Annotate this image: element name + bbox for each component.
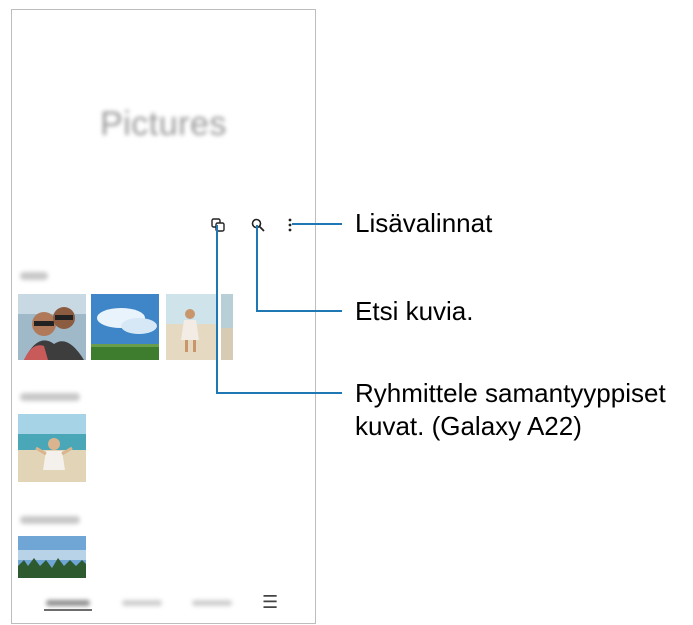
thumbnail-sky[interactable] xyxy=(91,294,159,360)
thumbnail-partial[interactable] xyxy=(221,294,233,360)
tab-albums[interactable] xyxy=(122,600,162,606)
section-label xyxy=(20,393,80,401)
group-similar-icon[interactable] xyxy=(208,215,228,235)
callout-line-more-options xyxy=(292,223,342,225)
section-label xyxy=(20,272,48,280)
app-title: Pictures xyxy=(100,105,227,143)
tab-stories[interactable] xyxy=(192,600,232,606)
active-tab-indicator xyxy=(44,609,92,611)
phone-screen: Pictures ☰ xyxy=(11,9,316,624)
callout-search: Etsi kuvia. xyxy=(355,296,474,326)
callout-line-search-horizontal xyxy=(256,310,342,312)
callout-group-line2: kuvat. (Galaxy A22) xyxy=(355,411,582,441)
thumbnail-couple[interactable] xyxy=(18,294,86,360)
menu-icon[interactable]: ☰ xyxy=(262,592,278,613)
more-options-icon[interactable] xyxy=(280,215,300,235)
callout-more-options: Lisävalinnat xyxy=(355,208,493,238)
callout-group-line1: Ryhmittele samantyyppiset xyxy=(355,378,666,408)
callout-line-group-vertical xyxy=(216,225,218,393)
callout-line-search-vertical xyxy=(256,225,258,311)
thumbnail-child-beach[interactable] xyxy=(18,414,86,482)
search-icon[interactable] xyxy=(248,215,268,235)
callout-line-group-horizontal xyxy=(216,392,342,394)
thumbnail-forest[interactable] xyxy=(18,536,86,578)
tab-pictures[interactable] xyxy=(46,600,90,606)
section-label xyxy=(20,516,80,524)
thumbnail-beach-woman[interactable] xyxy=(166,294,216,360)
